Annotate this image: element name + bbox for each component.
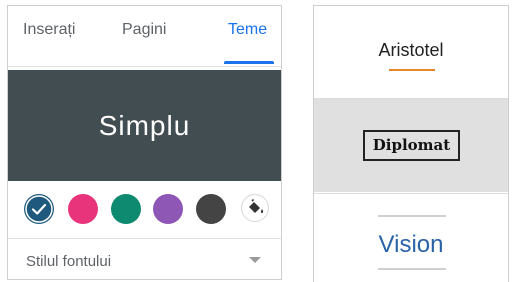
- color-swatch-pink[interactable]: [68, 194, 98, 224]
- theme-accent-line: [378, 215, 446, 217]
- color-swatch-dark-gray[interactable]: [196, 194, 226, 224]
- theme-name-diplomat: Diplomat: [363, 130, 460, 161]
- theme-name-aristotel: Aristotel: [378, 40, 444, 60]
- theme-preview-simplu[interactable]: Simplu: [8, 70, 281, 181]
- tab-themes[interactable]: Teme: [228, 21, 267, 39]
- color-swatch-green[interactable]: [111, 194, 141, 224]
- theme-preview-title: Simplu: [98, 110, 191, 141]
- theme-card-aristotel[interactable]: Aristotel: [314, 6, 508, 99]
- custom-color-button[interactable]: [241, 194, 269, 222]
- theme-card-diplomat[interactable]: Diplomat: [314, 99, 508, 192]
- paint-bucket-icon: [249, 198, 264, 214]
- color-swatch-blue[interactable]: [24, 194, 54, 224]
- tab-pages[interactable]: Pagini: [122, 21, 166, 39]
- tab-insert[interactable]: Inserați: [23, 21, 75, 39]
- active-tab-indicator: [224, 61, 274, 64]
- checkmark-icon: [25, 195, 53, 223]
- theme-accent-line: [389, 69, 435, 71]
- color-swatches: [8, 194, 281, 234]
- font-style-dropdown[interactable]: Stilul fontului: [8, 239, 281, 279]
- color-swatch-purple[interactable]: [153, 194, 183, 224]
- caret-down-icon: [249, 257, 261, 263]
- themes-panel: Inserați Pagini Teme Simplu Stilul fontu…: [7, 5, 282, 280]
- theme-card-vision[interactable]: Vision: [314, 193, 508, 282]
- theme-name-vision: Vision: [378, 231, 444, 258]
- theme-list: Aristotel Diplomat Vision: [313, 5, 509, 282]
- theme-accent-line: [378, 268, 446, 270]
- font-style-label: Stilul fontului: [26, 253, 112, 270]
- tab-bar: Inserați Pagini Teme: [8, 6, 281, 67]
